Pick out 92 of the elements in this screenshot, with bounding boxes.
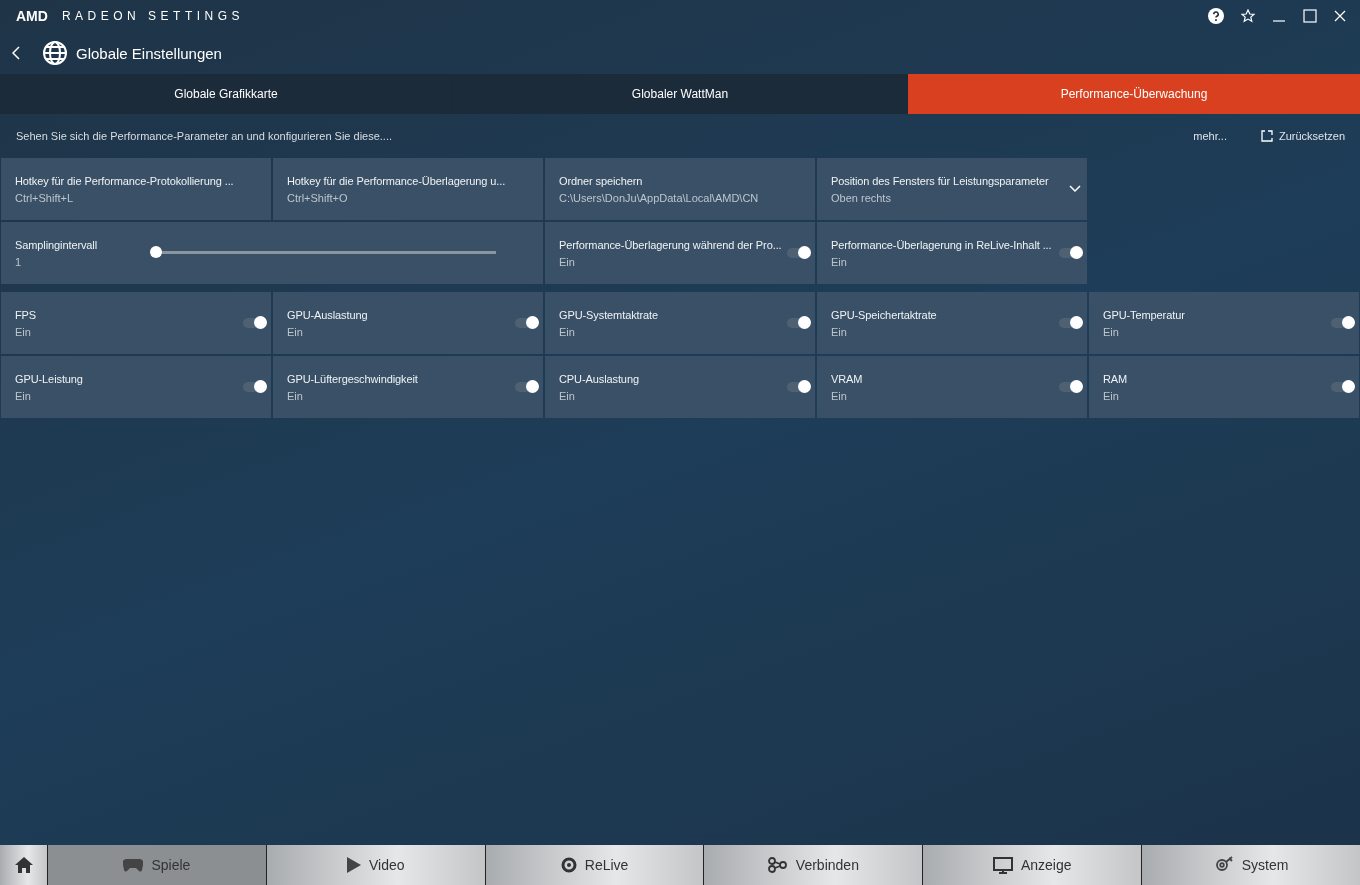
setting-label: Samplingintervall [15, 237, 99, 252]
setting-tile[interactable]: GPU-Temperatur Ein [1089, 292, 1359, 354]
close-icon[interactable] [1334, 10, 1346, 22]
nodes-icon [767, 857, 788, 873]
setting-tile[interactable]: Performance-Überlagerung während der Pro... Ein [545, 222, 815, 284]
gamepad-icon [123, 858, 144, 872]
toggle-switch[interactable] [515, 382, 537, 392]
nav-tab[interactable] [0, 845, 47, 885]
setting-value: Ein [559, 255, 576, 269]
globe-icon [42, 40, 68, 66]
toggle-switch[interactable] [1331, 382, 1353, 392]
setting-label: FPS [15, 307, 38, 322]
reset-button[interactable]: Zurücksetzen [1254, 129, 1351, 143]
play-icon [346, 857, 361, 873]
setting-tile[interactable]: GPU-Lüftergeschwindigkeit Ein [273, 356, 543, 418]
toggle-switch[interactable] [515, 318, 537, 328]
setting-label: Performance-Überlagerung in ReLive-Inhalt ... [831, 237, 1053, 252]
setting-tile[interactable]: Hotkey für die Performance-Protokollierung ... Ctrl+Shift+L [1, 158, 271, 220]
back-icon[interactable] [12, 46, 20, 60]
setting-label: Hotkey für die Performance-Protokollierung ... [15, 173, 235, 188]
toggle-switch[interactable] [1059, 248, 1081, 258]
setting-value: Ein [831, 255, 848, 269]
setting-value: Ctrl+Shift+O [287, 191, 349, 205]
setting-tile[interactable]: Hotkey für die Performance-Überlagerung u... Ctrl+Shift+O [273, 158, 543, 220]
setting-value: C:\Users\DonJu\AppData\Local\AMD\CN [559, 191, 760, 205]
toggle-switch[interactable] [787, 248, 809, 258]
monitor-icon [992, 856, 1013, 874]
setting-label: Hotkey für die Performance-Überlagerung u... [287, 173, 507, 188]
setting-tile[interactable]: GPU-Speichertaktrate Ein [817, 292, 1087, 354]
setting-label: Ordner speichern [559, 173, 644, 188]
setting-tile[interactable]: GPU-Auslastung Ein [273, 292, 543, 354]
setting-value: Ein [15, 325, 32, 339]
toggle-switch[interactable] [787, 318, 809, 328]
toggle-switch[interactable] [243, 318, 265, 328]
nav-tab[interactable]: System [1142, 845, 1360, 885]
page-title: Globale Einstellungen [76, 44, 222, 62]
setting-value: Ein [831, 325, 848, 339]
relive-icon [560, 857, 577, 873]
setting-value: Ein [15, 389, 32, 403]
setting-tile[interactable]: CPU-Auslastung Ein [545, 356, 815, 418]
reset-icon [1260, 130, 1273, 142]
nav-tab[interactable]: Video [266, 845, 485, 885]
setting-tile[interactable]: Position des Fensters für Leistungsparameter Oben rechts [817, 158, 1087, 220]
setting-label: GPU-Systemtaktrate [559, 307, 660, 322]
setting-tile[interactable]: Ordner speichern C:\Users\DonJu\AppData\Local\AMD\CN [545, 158, 815, 220]
setting-value: Ctrl+Shift+L [15, 191, 75, 205]
toggle-switch[interactable] [1059, 382, 1081, 392]
nav-tab[interactable]: ReLive [485, 845, 704, 885]
nav-tab[interactable]: Anzeige [923, 845, 1142, 885]
setting-label: GPU-Leistung [15, 371, 84, 386]
app-title: RADEON SETTINGS [61, 9, 245, 23]
setting-value: Ein [1103, 325, 1120, 339]
setting-value: Ein [287, 325, 304, 339]
home-icon [13, 856, 34, 874]
description-text: Sehen Sie sich die Performance-Parameter an und konfigurieren Sie diese.... [16, 130, 394, 142]
setting-value: Ein [559, 325, 576, 339]
toggle-switch[interactable] [787, 382, 809, 392]
setting-value: Ein [559, 389, 576, 403]
setting-label: CPU-Auslastung [559, 371, 640, 386]
amd-logo: AMD [16, 8, 48, 24]
setting-label: Position des Fensters für Leistungsparameter [831, 173, 1050, 188]
star-icon[interactable] [1241, 9, 1255, 23]
toggle-switch[interactable] [1331, 318, 1353, 328]
setting-value: Oben rechts [831, 191, 892, 205]
setting-label: GPU-Auslastung [287, 307, 369, 322]
setting-value: Ein [1103, 389, 1120, 403]
setting-label: VRAM [831, 371, 864, 386]
toggle-switch[interactable] [243, 382, 265, 392]
chevron-down-icon[interactable] [1069, 185, 1081, 193]
setting-tile[interactable]: GPU-Leistung Ein [1, 356, 271, 418]
toggle-switch[interactable] [1059, 318, 1081, 328]
more-link[interactable]: mehr... [1193, 130, 1227, 142]
slider-thumb[interactable] [150, 246, 162, 258]
setting-tile[interactable]: VRAM Ein [817, 356, 1087, 418]
setting-tile[interactable]: Samplingintervall 1 [1, 222, 543, 284]
setting-tile[interactable]: Performance-Überlagerung in ReLive-Inhalt ... Ein [817, 222, 1087, 284]
setting-value: Ein [287, 389, 304, 403]
setting-label: GPU-Speichertaktrate [831, 307, 938, 322]
setting-value: Ein [831, 389, 848, 403]
setting-label: GPU-Temperatur [1103, 307, 1186, 322]
setting-tile[interactable]: GPU-Systemtaktrate Ein [545, 292, 815, 354]
tab[interactable]: Performance-Überwachung [908, 74, 1360, 114]
nav-tab[interactable]: Verbinden [704, 845, 923, 885]
maximize-icon[interactable] [1303, 9, 1317, 23]
nav-tab[interactable]: Spiele [48, 845, 266, 885]
setting-tile[interactable]: RAM Ein [1089, 356, 1359, 418]
setting-label: RAM [1103, 371, 1129, 386]
help-icon[interactable] [1208, 8, 1224, 24]
setting-label: Performance-Überlagerung während der Pro... [559, 237, 783, 252]
setting-tile[interactable]: FPS Ein [1, 292, 271, 354]
setting-label: GPU-Lüftergeschwindigkeit [287, 371, 419, 386]
setting-value: 1 [15, 255, 23, 269]
